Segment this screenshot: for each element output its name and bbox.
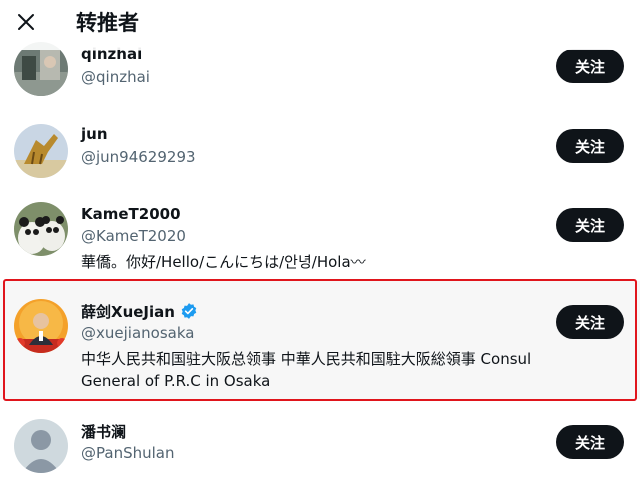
user-name[interactable]: 潘书澜 bbox=[81, 421, 126, 442]
close-button[interactable] bbox=[10, 8, 42, 40]
user-handle[interactable]: @xuejianosaka bbox=[81, 323, 194, 343]
user-handle[interactable]: @qinzhai bbox=[81, 67, 150, 87]
header-bar: 转推者 bbox=[0, 0, 640, 50]
verified-badge-icon bbox=[180, 302, 198, 320]
user-name[interactable]: jun bbox=[81, 125, 108, 143]
follow-button[interactable]: 关注 bbox=[556, 305, 624, 339]
follow-button[interactable]: 关注 bbox=[556, 425, 624, 459]
follow-button[interactable]: 关注 bbox=[556, 129, 624, 163]
user-handle[interactable]: @PanShulan bbox=[81, 443, 174, 463]
user-row[interactable]: 薛剑XueJian @xuejianosaka 中华人民共和国驻大阪总领事 中華… bbox=[0, 281, 640, 399]
user-row[interactable]: 潘书澜 @PanShulan 关注 bbox=[0, 401, 640, 499]
user-row[interactable]: KameT2000 @KameT2020 華僑。你好/Hello/こんにちは/안… bbox=[0, 200, 640, 278]
avatar[interactable] bbox=[14, 419, 68, 473]
avatar[interactable] bbox=[14, 299, 68, 353]
avatar[interactable] bbox=[14, 202, 68, 256]
user-handle[interactable]: @KameT2020 bbox=[81, 226, 186, 246]
page-title: 转推者 bbox=[76, 11, 139, 35]
avatar[interactable] bbox=[14, 124, 68, 178]
retweeters-list: qinzhai @qinzhai 关注 jun @jun94629293 关注 bbox=[0, 0, 640, 499]
close-icon bbox=[16, 12, 36, 36]
user-bio: 中华人民共和国驻大阪总领事 中華人民共和国駐大阪総領事 Consul Gener… bbox=[81, 350, 532, 390]
user-name[interactable]: 薛剑XueJian bbox=[81, 301, 175, 322]
avatar[interactable] bbox=[14, 42, 68, 96]
follow-button[interactable]: 关注 bbox=[556, 208, 624, 242]
user-name[interactable]: KameT2000 bbox=[81, 205, 181, 223]
user-row[interactable]: jun @jun94629293 关注 bbox=[0, 120, 640, 200]
user-handle[interactable]: @jun94629293 bbox=[81, 147, 196, 167]
follow-button[interactable]: 关注 bbox=[556, 49, 624, 83]
user-bio: 華僑。你好/Hello/こんにちは/안녕/Hola〰 bbox=[81, 253, 366, 271]
